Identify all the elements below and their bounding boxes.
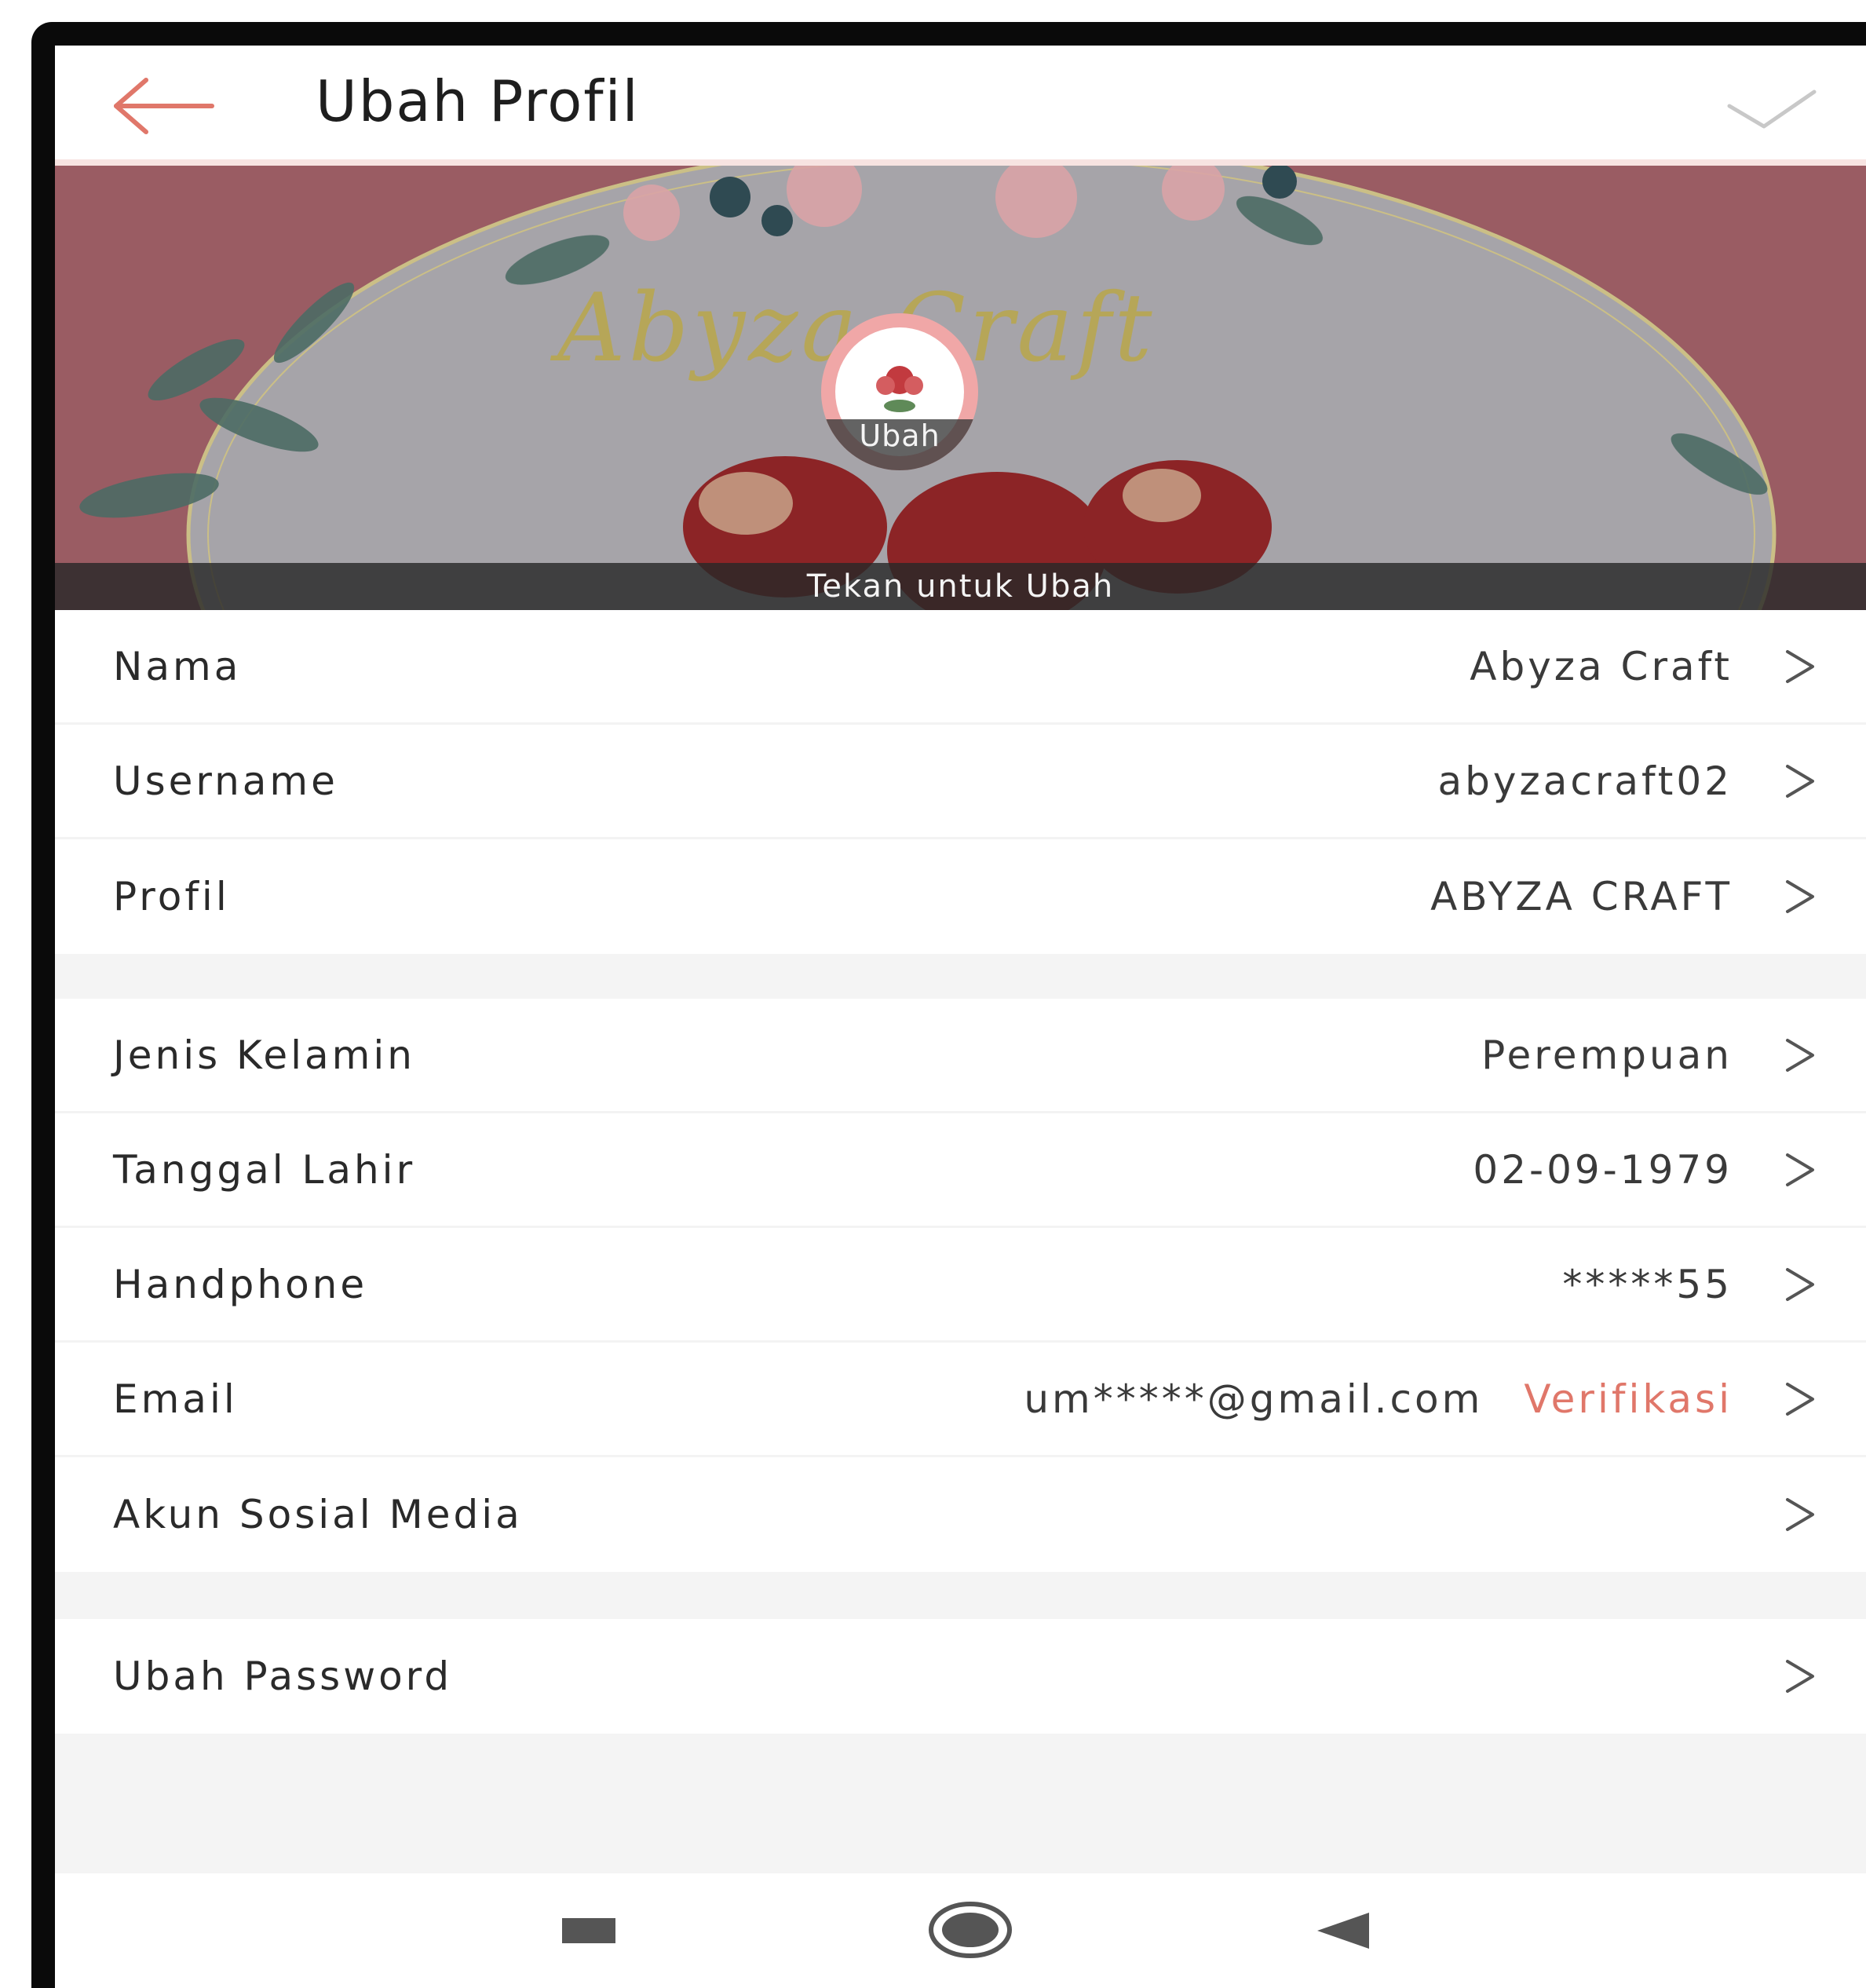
- row-label: Jenis Kelamin: [113, 1032, 415, 1078]
- row-email[interactable]: Email um*****@gmail.com Verifikasi: [55, 1343, 1866, 1457]
- row-label: Profil: [113, 874, 230, 919]
- chevron-right-icon: [1786, 764, 1814, 798]
- row-profile[interactable]: Profil ABYZA CRAFT: [55, 839, 1866, 954]
- row-label: Email: [113, 1376, 238, 1422]
- row-value: Perempuan: [1481, 1032, 1733, 1078]
- row-label: Handphone: [113, 1261, 368, 1307]
- row-label: Akun Sosial Media: [113, 1492, 523, 1537]
- row-value: ABYZA CRAFT: [1430, 874, 1733, 919]
- row-label: Tanggal Lahir: [113, 1146, 416, 1193]
- row-label: Ubah Password: [113, 1654, 453, 1699]
- row-social-media[interactable]: Akun Sosial Media: [55, 1457, 1866, 1572]
- row-value: 02-09-1979: [1473, 1146, 1733, 1193]
- chevron-right-icon: [1786, 1153, 1814, 1186]
- arrow-left-icon: [114, 78, 214, 134]
- profile-detail-group: Jenis Kelamin Perempuan Tanggal Lahir 02…: [55, 999, 1866, 1572]
- row-value-group: um*****@gmail.com Verifikasi: [1024, 1380, 1733, 1419]
- row-phone[interactable]: Handphone *****55: [55, 1228, 1866, 1343]
- page-title: Ubah Profil: [316, 68, 640, 134]
- cover-photo[interactable]: Abyza Craft Ubah Tekan untuk Ubah: [55, 166, 1866, 610]
- chevron-right-icon: [1786, 1038, 1814, 1072]
- row-name[interactable]: Nama Abyza Craft: [55, 610, 1866, 725]
- row-username[interactable]: Username abyzacraft02: [55, 725, 1866, 839]
- row-value: Abyza Craft: [1470, 643, 1733, 689]
- header-divider: [55, 159, 1866, 166]
- check-icon: [1727, 90, 1817, 129]
- system-nav-bar: [55, 1873, 1866, 1988]
- chevron-right-icon: [1786, 1267, 1814, 1301]
- chevron-right-icon: [1786, 649, 1814, 683]
- back-button[interactable]: [110, 77, 220, 135]
- triangle-left-icon[interactable]: [1316, 1911, 1371, 1950]
- row-gender[interactable]: Jenis Kelamin Perempuan: [55, 999, 1866, 1113]
- row-birth-date[interactable]: Tanggal Lahir 02-09-1979: [55, 1113, 1866, 1228]
- avatar-change-label[interactable]: Ubah: [821, 421, 978, 451]
- square-icon[interactable]: [562, 1918, 615, 1943]
- email-value: um*****@gmail.com: [1024, 1376, 1484, 1422]
- row-value: *****55: [1562, 1261, 1733, 1307]
- phone-screen: Ubah Profil Abyza Craft Ubah Tekan untuk…: [55, 46, 1866, 1988]
- row-label: Username: [113, 758, 338, 804]
- chevron-right-icon: [1786, 1382, 1814, 1416]
- chevron-right-icon: [1786, 1660, 1814, 1693]
- row-value: abyzacraft02: [1437, 758, 1733, 804]
- profile-basic-group: Nama Abyza Craft Username abyzacraft02 P…: [55, 610, 1866, 954]
- save-button[interactable]: [1725, 81, 1819, 136]
- security-group: Ubah Password: [55, 1619, 1866, 1734]
- cover-change-label: Tekan untuk Ubah: [806, 568, 1115, 605]
- app-header: Ubah Profil: [55, 46, 1866, 159]
- row-label: Nama: [113, 643, 242, 689]
- chevron-right-icon: [1786, 880, 1814, 913]
- chevron-right-icon: [1786, 1498, 1814, 1531]
- row-change-password[interactable]: Ubah Password: [55, 1619, 1866, 1734]
- circle-icon[interactable]: [928, 1900, 1013, 1960]
- cover-change-bar[interactable]: Tekan untuk Ubah: [55, 563, 1866, 610]
- verify-link[interactable]: Verifikasi: [1524, 1376, 1733, 1422]
